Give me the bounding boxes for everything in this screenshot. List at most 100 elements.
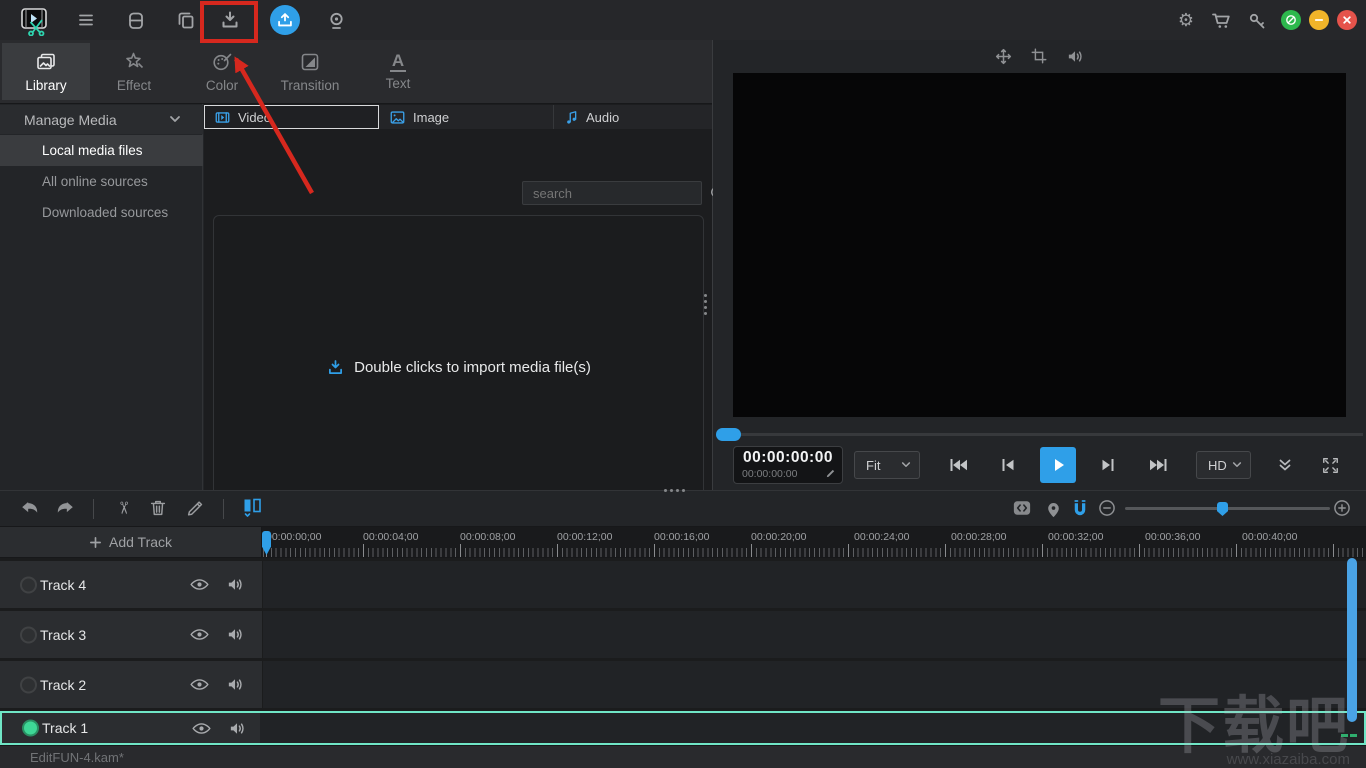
speaker-icon[interactable]	[224, 624, 246, 646]
timeline-ruler[interactable]: 00:00:00;00 00:00:04;00 00:00:08;00 00:0…	[262, 527, 1366, 558]
ruler-label: 00:00:24;00	[854, 531, 909, 543]
close-button[interactable]	[1337, 10, 1357, 30]
speaker-icon[interactable]	[1065, 46, 1085, 66]
library-panel: Library Effect Color Transition A Text M…	[0, 40, 713, 490]
media-sidebar: Manage Media Local media files All onlin…	[0, 104, 203, 490]
vertical-splitter-handle[interactable]	[704, 294, 707, 315]
fit-select-value: Fit	[866, 458, 880, 473]
maximize-button[interactable]	[1281, 10, 1301, 30]
track-name: Track 3	[40, 627, 86, 643]
speaker-icon[interactable]	[224, 674, 246, 696]
plus-icon	[89, 536, 102, 549]
code-brackets-icon[interactable]	[1010, 496, 1034, 520]
track-radio[interactable]	[20, 576, 37, 593]
speaker-icon[interactable]	[224, 574, 246, 596]
fullscreen-icon[interactable]	[1318, 453, 1342, 477]
collapse-double-chevron-icon[interactable]	[1273, 453, 1297, 477]
marker-pin-icon[interactable]	[1041, 495, 1065, 521]
project-filename: EditFUN-4.kam*	[30, 750, 124, 765]
track-radio[interactable]	[22, 720, 39, 737]
toolbar-separator	[223, 499, 224, 519]
edit-pencil-icon[interactable]	[183, 496, 207, 520]
panel-tab-bar: Library Effect Color Transition A Text	[0, 40, 712, 104]
next-frame-button[interactable]	[1090, 447, 1126, 483]
fit-select[interactable]: Fit	[854, 451, 920, 479]
tab-effect[interactable]: Effect	[90, 43, 178, 100]
timecode-box[interactable]: 00:00:00:00 00:00:00:00	[733, 446, 843, 484]
tab-text[interactable]: A Text	[354, 43, 442, 100]
quality-select[interactable]: HD	[1196, 451, 1251, 479]
shopping-cart-icon[interactable]	[1206, 5, 1236, 35]
tab-library[interactable]: Library	[2, 43, 90, 100]
track-name: Track 2	[40, 677, 86, 693]
settings-gear-icon[interactable]: ⚙	[1171, 5, 1201, 35]
eye-icon[interactable]	[188, 574, 210, 596]
zoom-in-plus-icon[interactable]	[1331, 497, 1353, 519]
insert-track-icon[interactable]	[240, 495, 264, 521]
cut-scissors-icon[interactable]: ✂	[111, 496, 135, 520]
save-icon[interactable]	[120, 5, 150, 35]
track-lane[interactable]	[263, 661, 1366, 708]
search-input[interactable]	[523, 186, 709, 201]
track-header[interactable]: Track 4	[0, 561, 262, 608]
import-drop-area[interactable]: Double clicks to import media file(s)	[213, 215, 704, 519]
audio-icon	[564, 109, 579, 125]
eye-icon[interactable]	[190, 717, 212, 739]
add-track-button[interactable]: Add Track	[0, 527, 262, 558]
track-lane[interactable]	[260, 713, 1364, 743]
horizontal-splitter-handle[interactable]	[664, 489, 685, 492]
track-radio[interactable]	[20, 626, 37, 643]
zoom-out-minus-icon[interactable]	[1096, 497, 1118, 519]
media-tab-label: Audio	[586, 110, 619, 125]
track-header[interactable]: Track 1	[2, 713, 264, 743]
manage-media-dropdown[interactable]: Manage Media	[0, 105, 203, 134]
speaker-icon[interactable]	[226, 717, 248, 739]
edit-timecode-pencil-icon[interactable]	[825, 468, 836, 479]
media-tab-image[interactable]: Image	[379, 105, 554, 129]
track-radio[interactable]	[20, 676, 37, 693]
track-row: Track 4	[0, 561, 1366, 608]
sidebar-item-online-sources[interactable]: All online sources	[0, 166, 203, 197]
menu-icon[interactable]	[71, 5, 101, 35]
chevron-down-icon	[1232, 461, 1242, 469]
minimize-button[interactable]	[1309, 10, 1329, 30]
eye-icon[interactable]	[188, 674, 210, 696]
eye-icon[interactable]	[188, 624, 210, 646]
timecode-main: 00:00:00:00	[734, 449, 842, 467]
zoom-slider-handle[interactable]	[1217, 502, 1228, 516]
tab-label: Library	[25, 78, 66, 93]
status-bar: EditFUN-4.kam*	[0, 745, 1366, 768]
track-lane[interactable]	[263, 561, 1366, 608]
save-as-icon[interactable]	[170, 5, 200, 35]
preview-seek-handle[interactable]	[716, 428, 741, 441]
move-icon[interactable]	[993, 46, 1013, 66]
media-tab-label: Image	[413, 110, 449, 125]
skip-start-button[interactable]	[940, 447, 976, 483]
track-header[interactable]: Track 3	[0, 611, 262, 658]
track-row-selected: Track 1	[0, 711, 1366, 745]
export-button[interactable]	[270, 5, 300, 35]
preview-seek-bar[interactable]	[718, 433, 1363, 436]
delete-trash-icon[interactable]	[146, 496, 170, 520]
redo-icon[interactable]	[53, 496, 77, 520]
play-button[interactable]	[1040, 447, 1076, 483]
key-icon[interactable]	[1241, 5, 1271, 35]
track-header[interactable]: Track 2	[0, 661, 262, 708]
webcam-icon[interactable]	[321, 5, 351, 35]
annotation-arrow	[200, 45, 340, 200]
track-lane[interactable]	[263, 611, 1366, 658]
video-editor-window: ⚙ Library Effect	[0, 0, 1366, 768]
media-tab-audio[interactable]: Audio	[554, 105, 712, 129]
ruler-label: 00:00:20;00	[751, 531, 806, 543]
timeline-vertical-scrollbar[interactable]	[1347, 558, 1357, 722]
undo-icon[interactable]	[18, 496, 42, 520]
timecode-secondary: 00:00:00:00	[742, 468, 797, 480]
sidebar-item-downloaded-sources[interactable]: Downloaded sources	[0, 197, 203, 228]
skip-end-button[interactable]	[1141, 447, 1177, 483]
snap-magnet-icon[interactable]	[1068, 495, 1092, 521]
crop-icon[interactable]	[1029, 46, 1049, 66]
previous-frame-button[interactable]	[990, 447, 1026, 483]
image-icon	[389, 110, 406, 125]
preview-panel: 00:00:00:00 00:00:00:00 Fit HD	[713, 40, 1366, 490]
sidebar-item-local-media[interactable]: Local media files	[0, 135, 203, 166]
